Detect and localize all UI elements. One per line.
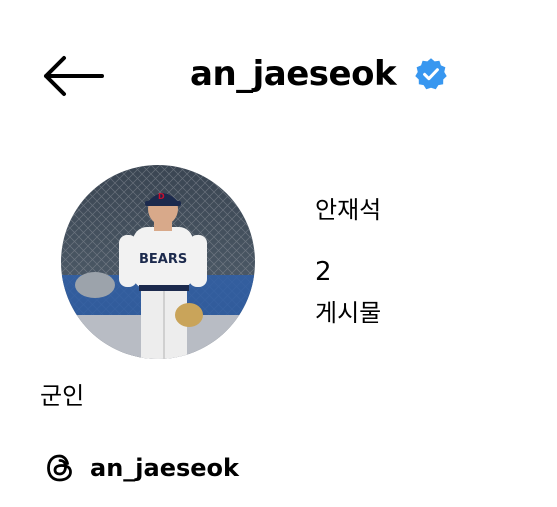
username-title: an_jaeseok bbox=[190, 54, 397, 94]
profile-page: an_jaeseok BEARS D 안재석 2 게시물 군인 an_jaese… bbox=[0, 0, 557, 507]
verified-badge-icon bbox=[414, 57, 448, 91]
threads-link[interactable]: an_jaeseok bbox=[42, 448, 239, 488]
threads-handle: an_jaeseok bbox=[90, 454, 239, 482]
header-title: an_jaeseok bbox=[190, 50, 448, 98]
avatar[interactable]: BEARS D bbox=[61, 165, 255, 359]
post-count-label[interactable]: 게시물 bbox=[315, 297, 381, 329]
svg-text:D: D bbox=[158, 192, 165, 201]
post-count[interactable]: 2 bbox=[315, 256, 332, 288]
threads-icon bbox=[42, 450, 78, 486]
arrow-left-icon bbox=[44, 56, 104, 96]
svg-text:BEARS: BEARS bbox=[139, 252, 187, 267]
back-button[interactable] bbox=[40, 52, 106, 100]
profile-bio: 군인 bbox=[40, 382, 85, 410]
profile-photo: BEARS D bbox=[61, 165, 255, 359]
profile-name: 안재석 bbox=[315, 196, 382, 224]
